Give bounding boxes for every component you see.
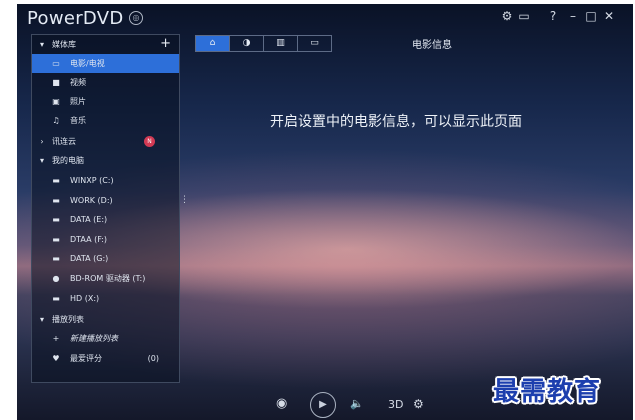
chevron-down-icon: ▾ (39, 315, 44, 324)
hard-drive-icon: ▬ (52, 215, 60, 224)
app-logo-icon: ◎ (129, 11, 143, 25)
heart-icon: ♥ (52, 354, 60, 363)
hard-drive-icon: ▬ (52, 235, 60, 244)
chevron-down-icon: ▾ (39, 40, 44, 49)
sidebar-item-label: 照片 (70, 97, 86, 106)
sidebar-item-label: 新建播放列表 (70, 334, 118, 343)
view-mode-tabs: ⌂ ◑ ▥ ▭ (195, 35, 332, 52)
3d-button[interactable]: 3D (388, 398, 403, 411)
sidebar-item-label: 电影/电视 (70, 59, 105, 68)
sidebar-item-label: WORK (D:) (70, 196, 113, 205)
sidebar-item-drive-x[interactable]: ▬ HD (X:) (32, 289, 179, 308)
sidebar-section-media-library[interactable]: ▾ 媒体库 + (32, 35, 179, 54)
sidebar-item-drive-g[interactable]: ▬ DATA (G:) (32, 249, 179, 268)
film-icon: ▭ (52, 59, 60, 68)
chevron-right-icon: › (40, 137, 44, 146)
help-button[interactable]: ? (545, 9, 561, 23)
sidebar-item-movies-tv[interactable]: ▭ 电影/电视 (32, 54, 179, 73)
sidebar-item-label: DTAA (F:) (70, 235, 108, 244)
hard-drive-icon: ▬ (52, 176, 60, 185)
sidebar-item-label: 讯连云 (52, 137, 76, 146)
home-view-tab[interactable]: ⌂ (196, 36, 230, 51)
sidebar-section-my-computer[interactable]: ▾ 我的电脑 (32, 151, 179, 170)
playback-settings-icon[interactable]: ⚙ (413, 397, 424, 411)
hard-drive-icon: ▬ (52, 196, 60, 205)
sidebar-item-label: WINXP (C:) (70, 176, 114, 185)
sidebar-item-drive-d[interactable]: ▬ WORK (D:) (32, 191, 179, 210)
chevron-down-icon: ▾ (39, 156, 44, 165)
sidebar: ▾ 媒体库 + ▭ 电影/电视 ■ 视频 ▣ 照片 ♫ 音乐 › 讯连云 N ▾… (31, 34, 180, 383)
sidebar-item-label: 音乐 (70, 116, 86, 125)
sidebar-item-label: DATA (G:) (70, 254, 109, 263)
sidebar-section-cyberlink-cloud[interactable]: › 讯连云 N (32, 132, 179, 151)
music-note-icon: ♫ (52, 116, 60, 125)
plus-icon: + (52, 334, 60, 343)
disc-view-tab[interactable]: ◑ (230, 36, 264, 51)
sidebar-item-drive-c[interactable]: ▬ WINXP (C:) (32, 171, 179, 190)
maximize-button[interactable]: □ (583, 9, 599, 23)
sidebar-item-photos[interactable]: ▣ 照片 (32, 92, 179, 111)
tv-view-tab[interactable]: ▭ (298, 36, 331, 51)
sidebar-item-music[interactable]: ♫ 音乐 (32, 111, 179, 130)
powerdvd-window: PowerDVD ◎ ⚙ ▭ ? – □ ✕ ▾ 媒体库 + ▭ 电影/电视 ■… (17, 4, 633, 420)
sidebar-resize-handle-icon[interactable]: ⋮ (180, 196, 189, 205)
sidebar-item-drive-e[interactable]: ▬ DATA (E:) (32, 210, 179, 229)
eye-icon[interactable]: ◉ (276, 396, 287, 411)
sidebar-item-drive-f[interactable]: ▬ DTAA (F:) (32, 230, 179, 249)
sidebar-item-favorites[interactable]: ♥ 最爱评分 (0) (32, 349, 179, 368)
sidebar-item-label: 媒体库 (52, 40, 76, 49)
page-title: 电影信息 (412, 40, 452, 51)
close-button[interactable]: ✕ (601, 9, 617, 23)
play-button[interactable]: ▶ (310, 392, 336, 418)
sidebar-section-playlists[interactable]: ▾ 播放列表 (32, 310, 179, 329)
favorites-count: (0) (147, 354, 159, 363)
disc-icon: ● (52, 274, 60, 283)
sidebar-item-label: DATA (E:) (70, 215, 108, 224)
hard-drive-icon: ▬ (52, 254, 60, 263)
sidebar-item-videos[interactable]: ■ 视频 (32, 73, 179, 92)
sidebar-item-new-playlist[interactable]: + 新建播放列表 (32, 329, 179, 348)
info-message: 开启设置中的电影信息，可以显示此页面 (270, 114, 522, 130)
volume-icon[interactable]: 🔈 (350, 397, 364, 410)
sidebar-item-label: 我的电脑 (52, 156, 84, 165)
hard-drive-icon: ▬ (52, 294, 60, 303)
settings-icon[interactable]: ⚙ (499, 9, 515, 23)
sidebar-item-drive-t[interactable]: ● BD-ROM 驱动器 (T:) (32, 269, 179, 288)
sidebar-item-label: HD (X:) (70, 294, 100, 303)
grid-view-tab[interactable]: ▥ (264, 36, 298, 51)
tv-mode-icon[interactable]: ▭ (516, 9, 532, 23)
add-icon[interactable]: + (160, 36, 171, 52)
sidebar-item-label: 最爱评分 (70, 354, 102, 363)
new-badge: N (144, 136, 155, 147)
video-camera-icon: ■ (52, 78, 60, 87)
minimize-button[interactable]: – (565, 9, 581, 23)
sidebar-item-label: 视频 (70, 78, 86, 87)
watermark: 最需教育 (493, 377, 602, 407)
sidebar-item-label: 播放列表 (52, 315, 84, 324)
photo-icon: ▣ (52, 97, 60, 106)
app-title: PowerDVD (27, 8, 124, 29)
sidebar-item-label: BD-ROM 驱动器 (T:) (70, 274, 146, 283)
